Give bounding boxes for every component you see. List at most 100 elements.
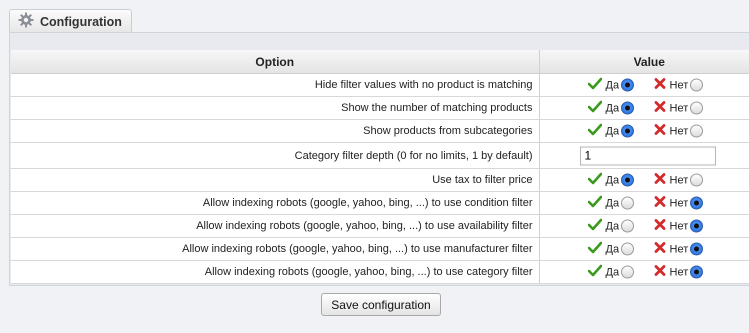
table-row: Show products from subcategories Да Нет [11,119,749,143]
option-column-header: Option [11,50,540,74]
cross-icon [654,173,666,188]
option-value-cell: Да Нет [539,214,749,238]
no-option[interactable]: Нет [654,219,704,234]
table-row: Allow indexing robots (google, yahoo, bi… [11,237,749,261]
check-icon [587,77,602,93]
no-option[interactable]: Нет [654,78,704,93]
check-icon [587,241,602,257]
no-label: Нет [669,102,689,114]
check-icon [587,195,602,211]
option-label: Use tax to filter price [11,168,540,192]
option-value-cell: Да Нет [539,237,749,261]
yes-radio[interactable] [621,124,635,138]
option-label: Show the number of matching products [11,96,540,120]
no-label: Нет [669,266,689,278]
no-option[interactable]: Нет [654,265,704,280]
check-icon [587,264,602,280]
yes-option[interactable]: Да [587,264,635,280]
option-value-cell: Да Нет [539,260,749,284]
check-icon [587,218,602,234]
option-value-cell [539,142,749,169]
yes-option[interactable]: Да [587,123,635,139]
no-radio[interactable] [690,265,704,279]
no-label: Нет [669,174,689,186]
option-label: Allow indexing robots (google, yahoo, bi… [11,214,540,238]
yes-option[interactable]: Да [587,195,635,211]
cross-icon [654,196,666,211]
yes-label: Да [605,220,620,232]
table-row: Allow indexing robots (google, yahoo, bi… [11,214,749,238]
cross-icon [654,78,666,93]
no-radio[interactable] [690,101,704,115]
no-label: Нет [669,79,689,91]
no-option[interactable]: Нет [654,242,704,257]
option-value-cell: Да Нет [539,119,749,143]
no-radio[interactable] [690,196,704,210]
table-row: Allow indexing robots (google, yahoo, bi… [11,191,749,215]
yes-option[interactable]: Да [587,172,635,188]
no-radio[interactable] [690,173,704,187]
yes-label: Да [605,266,620,278]
cross-icon [654,101,666,116]
no-label: Нет [669,243,689,255]
option-value-cell: Да Нет [539,96,749,120]
check-icon [587,123,602,139]
option-value-cell: Да Нет [539,168,749,192]
cross-icon [654,219,666,234]
yes-radio[interactable] [621,173,635,187]
save-configuration-button[interactable]: Save configuration [321,293,441,316]
yes-radio[interactable] [621,242,635,256]
panel-title: Configuration [40,14,122,29]
yes-option[interactable]: Да [587,241,635,257]
option-label: Hide filter values with no product is ma… [11,73,540,97]
table-row: Hide filter values with no product is ma… [11,73,749,97]
cross-icon [654,242,666,257]
no-label: Нет [669,197,689,209]
yes-label: Да [605,102,620,114]
cross-icon [654,124,666,139]
table-row: Category filter depth (0 for no limits, … [11,142,749,169]
yes-option[interactable]: Да [587,218,635,234]
yes-radio[interactable] [621,219,635,233]
configuration-panel: Option Value Hide filter values with no … [9,32,749,286]
yes-label: Да [605,174,620,186]
panel-legend: Configuration [9,9,132,33]
yes-label: Да [605,79,620,91]
no-radio[interactable] [690,219,704,233]
option-value-cell: Да Нет [539,191,749,215]
table-row: Use tax to filter price Да Нет [11,168,749,192]
options-table: Option Value Hide filter values with no … [11,50,749,284]
yes-option[interactable]: Да [587,77,635,93]
option-label: Allow indexing robots (google, yahoo, bi… [11,237,540,261]
cross-icon [654,265,666,280]
table-row: Show the number of matching products Да Не… [11,96,749,120]
yes-radio[interactable] [621,78,635,92]
yes-radio[interactable] [621,101,635,115]
option-value-cell: Да Нет [539,73,749,97]
value-column-header: Value [538,50,749,74]
yes-label: Да [605,197,620,209]
check-icon [587,172,602,188]
no-radio[interactable] [690,78,704,92]
no-label: Нет [669,220,689,232]
no-label: Нет [669,125,689,137]
yes-radio[interactable] [621,196,635,210]
category-depth-input[interactable] [579,146,716,165]
no-option[interactable]: Нет [654,124,704,139]
option-label: Allow indexing robots (google, yahoo, bi… [11,260,540,284]
no-radio[interactable] [690,124,704,138]
check-icon [587,100,602,116]
option-label: Show products from subcategories [11,119,540,143]
option-label: Category filter depth (0 for no limits, … [11,142,540,169]
yes-radio[interactable] [621,265,635,279]
no-option[interactable]: Нет [654,101,704,116]
yes-option[interactable]: Да [587,100,635,116]
gear-icon [18,12,34,31]
no-option[interactable]: Нет [654,196,704,211]
yes-label: Да [605,125,620,137]
option-label: Allow indexing robots (google, yahoo, bi… [11,191,540,215]
no-option[interactable]: Нет [654,173,704,188]
yes-label: Да [605,243,620,255]
table-row: Allow indexing robots (google, yahoo, bi… [11,260,749,284]
no-radio[interactable] [690,242,704,256]
